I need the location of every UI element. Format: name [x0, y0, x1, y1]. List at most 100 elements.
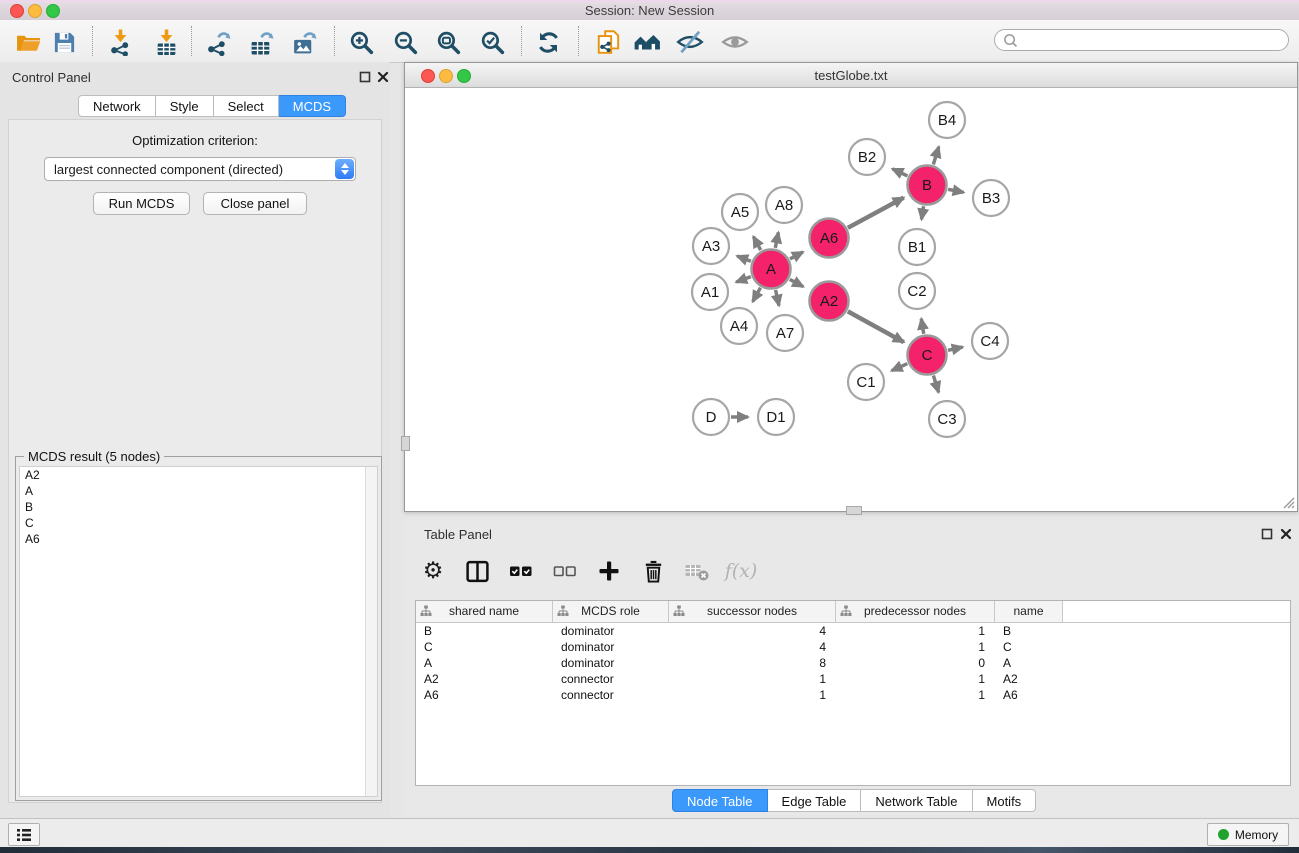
deselect-all-button[interactable]	[550, 555, 580, 587]
network-graph[interactable]: AA1A2A3A4A5A6A7A8BB1B2B3B4CC1C2C3C4DD1	[405, 88, 1297, 511]
tab-node-table[interactable]: Node Table	[672, 789, 768, 812]
plus-icon	[597, 559, 621, 583]
graph-edge-A-A2[interactable]	[790, 279, 803, 286]
graph-edge-B-B2[interactable]	[892, 169, 907, 176]
column-header[interactable]: name	[995, 601, 1063, 622]
table-row[interactable]: Bdominator41B	[416, 623, 1290, 639]
column-header[interactable]: successor nodes	[669, 601, 836, 622]
graph-edge-B-B3[interactable]	[948, 189, 964, 192]
bottom-edge-handle[interactable]	[846, 506, 862, 515]
import-table-icon	[153, 29, 180, 56]
close-table-panel-icon[interactable]	[1280, 528, 1292, 540]
tab-style[interactable]: Style	[156, 95, 214, 117]
task-history-button[interactable]	[8, 823, 40, 846]
graph-edge-A-A4[interactable]	[753, 288, 761, 302]
table-row[interactable]: A6connector11A6	[416, 687, 1290, 703]
graph-node-label-D: D	[706, 409, 717, 426]
graph-edge-A-A5[interactable]	[753, 237, 760, 251]
delete-table-button[interactable]	[682, 555, 712, 587]
close-panel-button[interactable]: Close panel	[203, 192, 307, 215]
graph-edge-A6-B[interactable]	[848, 198, 904, 228]
graph-node-label-A5: A5	[731, 204, 749, 221]
mcds-result-groupbox: MCDS result (5 nodes) A2ABCA6	[15, 456, 382, 801]
delete-column-button[interactable]	[638, 555, 668, 587]
graph-edge-C-C1[interactable]	[892, 364, 908, 371]
float-panel-icon[interactable]	[359, 71, 371, 83]
zoom-in-icon	[348, 29, 375, 56]
main-toolbar	[0, 20, 1299, 63]
copy-style-button[interactable]	[594, 27, 624, 57]
show-columns-button[interactable]	[462, 555, 492, 587]
left-edge-handle[interactable]	[401, 436, 410, 451]
import-table-button[interactable]	[151, 27, 181, 57]
graph-edge-A-A3[interactable]	[737, 256, 751, 261]
graph-edge-A-A1[interactable]	[736, 277, 751, 283]
export-table-button[interactable]	[246, 27, 276, 57]
tab-network[interactable]: Network	[78, 95, 156, 117]
graph-edge-A2-C[interactable]	[848, 311, 904, 342]
zoom-fit-button[interactable]	[433, 27, 463, 57]
zoom-selected-button[interactable]	[477, 27, 507, 57]
mcds-result-item[interactable]: A	[20, 483, 377, 499]
search-input[interactable]	[1019, 32, 1288, 48]
zoom-in-button[interactable]	[346, 27, 376, 57]
graph-edge-C-C2[interactable]	[921, 319, 923, 334]
mcds-result-list[interactable]: A2ABCA6	[19, 466, 378, 797]
tab-edge-table[interactable]: Edge Table	[768, 789, 862, 812]
tab-motifs[interactable]: Motifs	[973, 789, 1037, 812]
mcds-result-item[interactable]: C	[20, 515, 377, 531]
mcds-result-item[interactable]: B	[20, 499, 377, 515]
tab-select[interactable]: Select	[214, 95, 279, 117]
control-panel-title: Control Panel	[12, 70, 91, 85]
mcds-result-item[interactable]: A2	[20, 467, 377, 483]
export-network-button[interactable]	[203, 27, 233, 57]
network-view-window: testGlobe.txt AA1A2A3A4A5A6A7A8BB1B2B3B4…	[404, 62, 1298, 512]
table-row[interactable]: Adominator80A	[416, 655, 1290, 671]
mcds-result-item[interactable]: A6	[20, 531, 377, 547]
import-network-button[interactable]	[105, 27, 135, 57]
table-settings-button[interactable]: ⚙	[418, 555, 448, 587]
table-cell: 1	[836, 671, 995, 687]
column-header[interactable]: MCDS role	[553, 601, 669, 622]
hide-selected-button[interactable]	[675, 27, 705, 57]
criterion-dropdown[interactable]: largest connected component (directed)	[44, 157, 356, 181]
refresh-button[interactable]	[533, 27, 563, 57]
column-header[interactable]: shared name	[416, 601, 553, 622]
export-image-button[interactable]	[289, 27, 319, 57]
column-header[interactable]: predecessor nodes	[836, 601, 995, 622]
table-row[interactable]: A2connector11A2	[416, 671, 1290, 687]
table-cell: C	[416, 639, 553, 655]
list-scrollbar[interactable]	[365, 467, 377, 796]
tab-mcds[interactable]: MCDS	[279, 95, 346, 117]
graph-node-label-A7: A7	[776, 325, 794, 342]
graph-edge-A-A6[interactable]	[790, 252, 803, 259]
graph-edge-C-C4[interactable]	[948, 347, 963, 350]
table-row[interactable]: Cdominator41C	[416, 639, 1290, 655]
graph-edge-A-A8[interactable]	[775, 232, 778, 248]
network-canvas[interactable]: AA1A2A3A4A5A6A7A8BB1B2B3B4CC1C2C3C4DD1	[405, 88, 1297, 511]
zoom-out-button[interactable]	[390, 27, 420, 57]
select-all-button[interactable]	[506, 555, 536, 587]
close-panel-icon[interactable]	[377, 71, 389, 83]
tab-network-table[interactable]: Network Table	[861, 789, 972, 812]
memory-button[interactable]: Memory	[1207, 823, 1289, 846]
show-all-button[interactable]	[720, 27, 750, 57]
float-table-panel-icon[interactable]	[1261, 528, 1273, 540]
save-session-button[interactable]	[49, 27, 79, 57]
function-builder-button[interactable]: f(x)	[726, 555, 756, 587]
resize-grip[interactable]	[1282, 496, 1295, 509]
graph-edge-B-B1[interactable]	[922, 206, 924, 219]
graph-edge-C-C3[interactable]	[933, 376, 938, 393]
add-column-button[interactable]	[594, 555, 624, 587]
dropdown-stepper-icon	[335, 159, 354, 179]
graph-edge-A-A7[interactable]	[776, 290, 779, 306]
toolbar-separator	[92, 26, 93, 56]
open-session-button[interactable]	[13, 27, 43, 57]
graph-node-label-D1: D1	[766, 409, 785, 426]
table-cell: A	[995, 655, 1063, 671]
run-mcds-button[interactable]: Run MCDS	[93, 192, 190, 215]
table-cell: connector	[553, 671, 669, 687]
graph-edge-B-B4[interactable]	[933, 147, 939, 165]
table-header-row: shared nameMCDS rolesuccessor nodesprede…	[416, 601, 1290, 623]
home-layout-button[interactable]	[632, 27, 662, 57]
